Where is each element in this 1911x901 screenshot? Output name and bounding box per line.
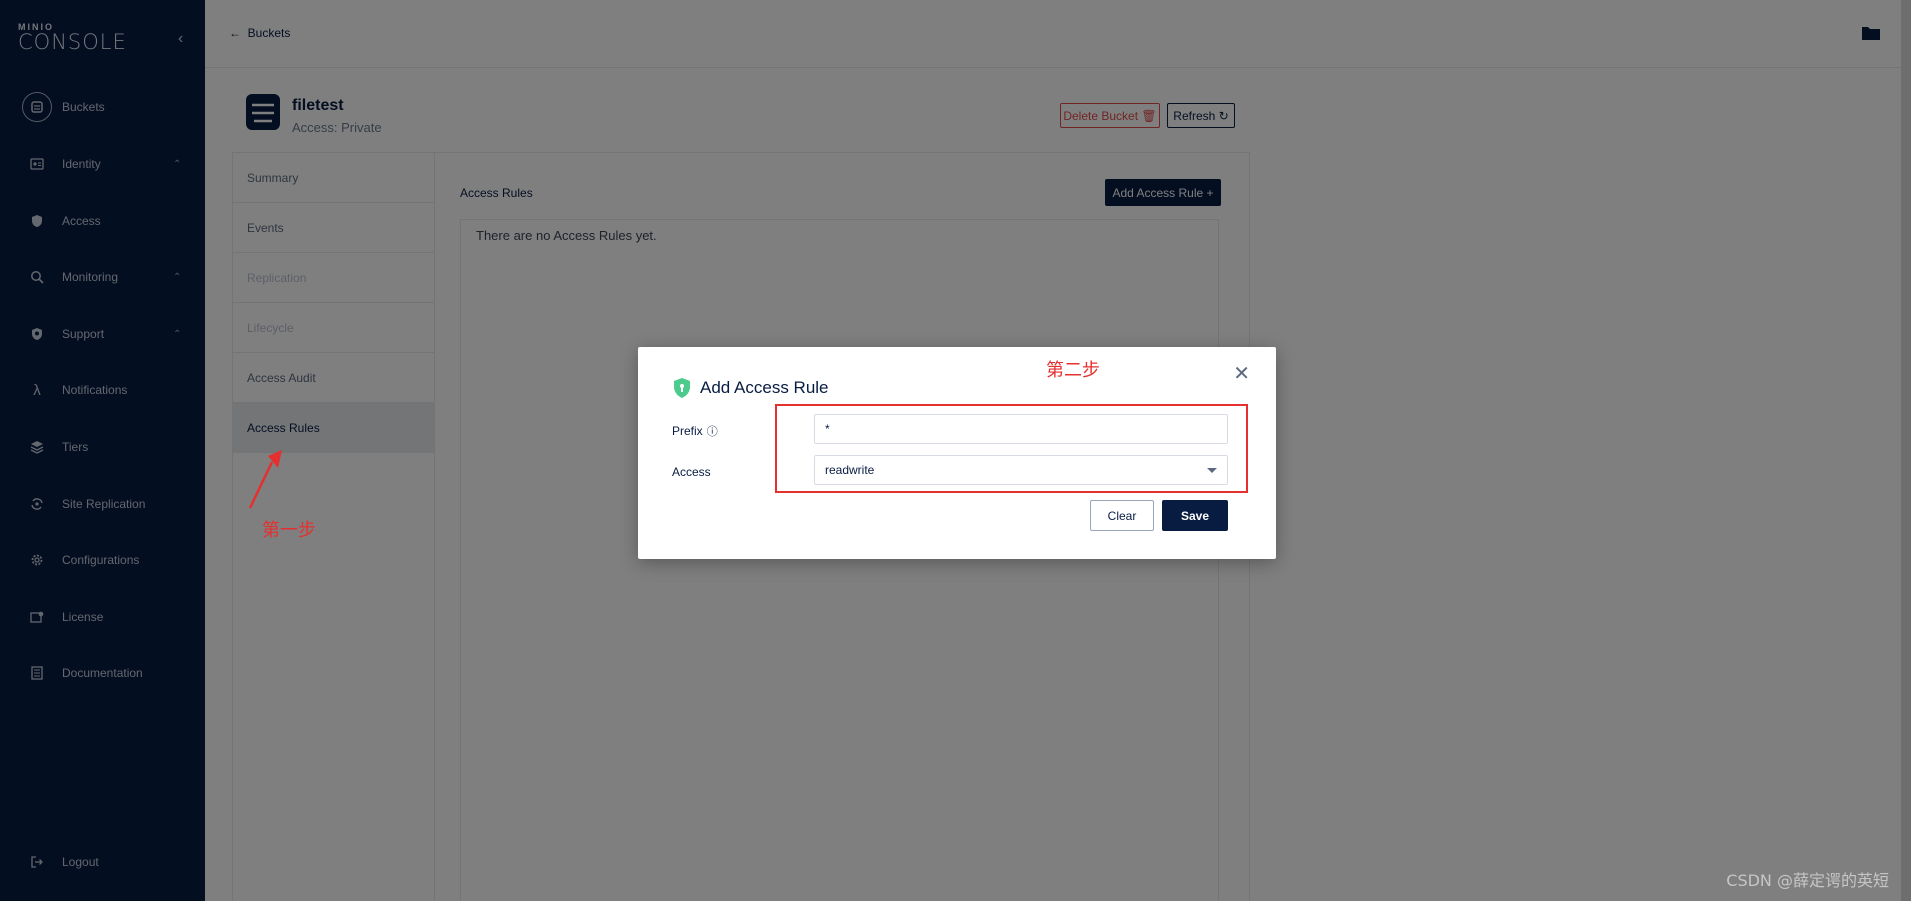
annotation-highlight-box [775, 404, 1248, 493]
annotation-step-one: 第一步 [262, 520, 316, 541]
watermark: CSDN @薛定谔的英短 [1726, 871, 1889, 890]
page-scrollbar[interactable] [1901, 0, 1911, 901]
access-label-text: Access [672, 465, 711, 479]
prefix-label-text: Prefix [672, 424, 703, 438]
dialog-title-text: Add Access Rule [700, 378, 829, 397]
help-icon[interactable]: ⓘ [707, 423, 718, 439]
clear-label: Clear [1107, 508, 1137, 523]
prefix-label: Prefix ⓘ [672, 423, 718, 439]
dialog-title: Add Access Rule [672, 377, 829, 399]
save-label: Save [1180, 508, 1210, 523]
access-label: Access [672, 465, 711, 479]
clear-button[interactable]: Clear [1090, 500, 1154, 531]
annotation-arrow-icon [248, 450, 282, 509]
save-button[interactable]: Save [1162, 500, 1228, 531]
close-icon[interactable]: ✕ [1233, 361, 1250, 386]
annotation-step-two: 第二步 [1046, 360, 1100, 381]
shield-icon [674, 378, 690, 398]
